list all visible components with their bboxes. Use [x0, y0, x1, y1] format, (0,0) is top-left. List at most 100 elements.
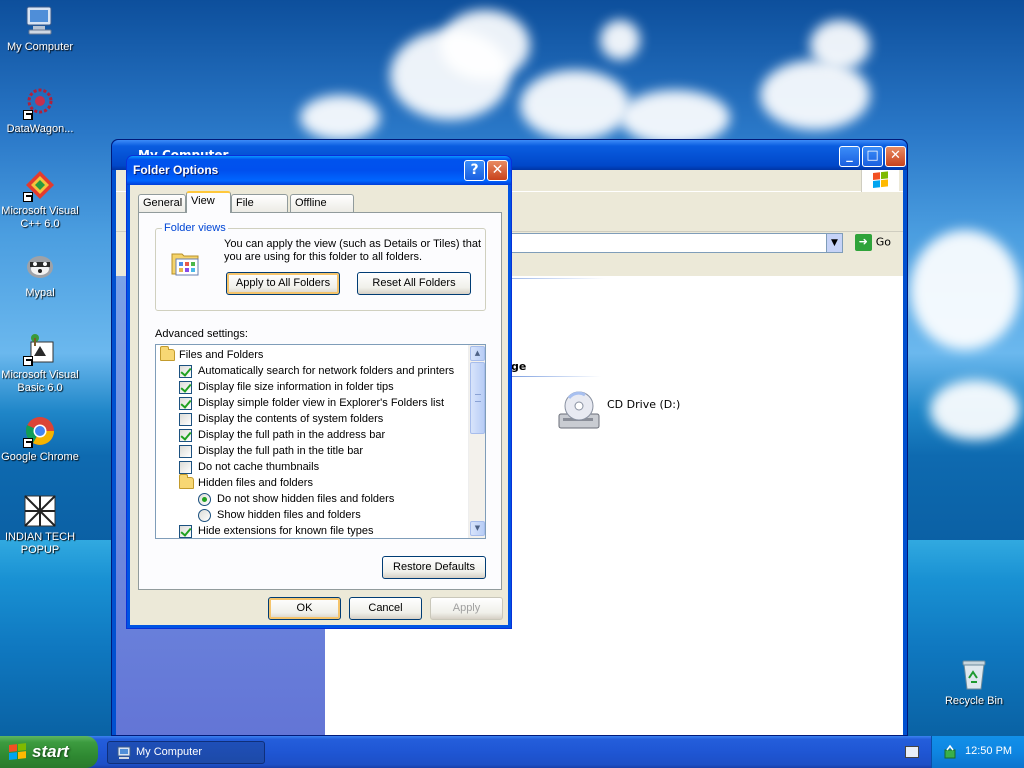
setting-checkbox[interactable] — [179, 525, 192, 538]
setting-row: Files and Folders — [156, 346, 468, 363]
setting-label: Show hidden files and folders — [217, 509, 361, 521]
mypal-icon — [23, 250, 57, 284]
setting-label: Do not show hidden files and folders — [217, 493, 395, 505]
datawagon-icon — [23, 86, 57, 120]
go-button[interactable]: ➜ Go — [854, 234, 891, 251]
start-button[interactable]: start — [0, 736, 98, 768]
keyboard-icon[interactable] — [905, 746, 919, 758]
minimize-button[interactable]: _ — [839, 146, 860, 167]
shortcut-arrow-icon — [23, 438, 33, 448]
dialog-close-button[interactable]: ✕ — [487, 160, 508, 181]
safely-remove-hardware-icon[interactable] — [942, 744, 958, 760]
folder-views-group: Folder views You can apply the view (suc… — [155, 222, 486, 311]
apply-button[interactable]: Apply — [430, 597, 503, 620]
desktop-icon-indian-tech-popup[interactable]: INDIAN TECH POPUP — [0, 494, 80, 557]
desktop-icon-label: INDIAN TECH POPUP — [4, 531, 76, 556]
group-header: ge — [511, 360, 527, 373]
close-button[interactable]: ✕ — [885, 146, 906, 167]
setting-checkbox[interactable] — [179, 429, 192, 442]
reset-all-folders-button[interactable]: Reset All Folders — [357, 272, 471, 295]
setting-row[interactable]: Display simple folder view in Explorer's… — [156, 395, 468, 411]
scroll-up-button[interactable]: ▲ — [470, 346, 485, 361]
desktop-icon-visual-cpp[interactable]: Microsoft Visual C++ 6.0 — [0, 168, 80, 231]
setting-checkbox[interactable] — [179, 381, 192, 394]
desktop-icon-mypal[interactable]: Mypal — [0, 250, 80, 300]
desktop-icon-visual-basic[interactable]: Microsoft Visual Basic 6.0 — [0, 332, 80, 395]
chrome-icon — [23, 414, 57, 448]
desktop-icon-recycle-bin[interactable]: Recycle Bin — [934, 658, 1014, 708]
my-computer-icon — [117, 746, 131, 759]
restore-defaults-button[interactable]: Restore Defaults — [382, 556, 486, 579]
desktop-icon-label: DataWagon... — [6, 123, 74, 135]
apply-to-all-folders-button[interactable]: Apply to All Folders — [226, 272, 340, 295]
recycle-bin-icon — [957, 658, 991, 692]
setting-radio[interactable] — [198, 493, 211, 506]
tab-view[interactable]: View — [186, 191, 231, 213]
cloud — [810, 20, 870, 70]
setting-row[interactable]: Display the full path in the address bar — [156, 427, 468, 443]
desktop-icon-label: My Computer — [6, 41, 74, 53]
setting-radio[interactable] — [198, 509, 211, 522]
setting-checkbox[interactable] — [179, 461, 192, 474]
cloud — [760, 60, 870, 130]
setting-label: Display the full path in the title bar — [198, 445, 364, 457]
cloud — [520, 70, 630, 140]
cd-drive-item[interactable]: CD Drive (D:) — [555, 388, 685, 438]
tab-file-types[interactable]: File Types — [231, 194, 288, 225]
tab-general[interactable]: General — [138, 194, 186, 212]
cloud — [910, 230, 1020, 350]
desktop-icon-label: Recycle Bin — [944, 695, 1004, 707]
setting-label: Display the full path in the address bar — [198, 429, 386, 441]
cloud — [600, 20, 640, 60]
shortcut-arrow-icon — [23, 110, 33, 120]
ok-button[interactable]: OK — [268, 597, 341, 620]
address-dropdown-button[interactable]: ▼ — [826, 233, 843, 253]
desktop-icon-my-computer[interactable]: My Computer — [0, 4, 80, 54]
setting-checkbox[interactable] — [179, 413, 192, 426]
setting-checkbox[interactable] — [179, 445, 192, 458]
help-button[interactable]: ? — [464, 160, 485, 181]
setting-label: Hide extensions for known file types — [198, 525, 374, 537]
setting-label: Files and Folders — [179, 349, 264, 361]
view-tab-page: Folder views You can apply the view (suc… — [138, 212, 502, 590]
setting-row[interactable]: Show hidden files and folders — [156, 507, 468, 523]
vertical-scrollbar[interactable]: ▲ ▼ — [468, 345, 485, 538]
setting-label: Display file size information in folder … — [198, 381, 394, 393]
go-label: Go — [875, 235, 891, 249]
setting-label: Display simple folder view in Explorer's… — [198, 397, 445, 409]
setting-row[interactable]: Do not cache thumbnails — [156, 459, 468, 475]
setting-checkbox[interactable] — [179, 397, 192, 410]
setting-row[interactable]: Display the full path in the title bar — [156, 443, 468, 459]
desktop-icon-label: Microsoft Visual Basic 6.0 — [1, 369, 79, 394]
setting-checkbox[interactable] — [179, 365, 192, 378]
scroll-thumb[interactable] — [470, 362, 485, 434]
scroll-down-button[interactable]: ▼ — [470, 521, 485, 536]
setting-label: Automatically search for network folders… — [198, 365, 455, 377]
setting-row[interactable]: Display the contents of system folders — [156, 411, 468, 427]
setting-label: Do not cache thumbnails — [198, 461, 320, 473]
maximize-button[interactable]: □ — [862, 146, 883, 167]
indian-tech-popup-icon — [23, 494, 57, 528]
dialog-titlebar[interactable]: Folder Options — [127, 156, 511, 185]
scroll-grip-icon — [475, 394, 481, 402]
desktop-icon-datawagon[interactable]: DataWagon... — [0, 86, 80, 136]
advanced-settings-label: Advanced settings: — [155, 328, 248, 340]
advanced-settings-list: Files and Folders Automatically search fo… — [155, 344, 486, 539]
dialog-title: Folder Options — [133, 163, 219, 177]
cloud — [300, 95, 380, 140]
setting-row[interactable]: Automatically search for network folders… — [156, 363, 468, 379]
cancel-button[interactable]: Cancel — [349, 597, 422, 620]
setting-row[interactable]: Display file size information in folder … — [156, 379, 468, 395]
cd-drive-icon — [558, 391, 600, 429]
cloud — [620, 90, 730, 145]
windows-flag-icon — [9, 743, 27, 761]
cd-drive-label: CD Drive (D:) — [607, 398, 681, 411]
folder-views-description: You can apply the view (such as Details … — [224, 238, 482, 263]
taskbar-item-my-computer[interactable]: My Computer — [107, 741, 265, 764]
desktop-icon-google-chrome[interactable]: Google Chrome — [0, 414, 80, 464]
clock[interactable]: 12:50 PM — [965, 745, 1012, 757]
setting-row[interactable]: Do not show hidden files and folders — [156, 491, 468, 507]
desktop-icon-label: Microsoft Visual C++ 6.0 — [1, 205, 79, 230]
setting-row[interactable]: Hide extensions for known file types — [156, 523, 468, 538]
tab-offline-files[interactable]: Offline Files — [290, 194, 354, 225]
